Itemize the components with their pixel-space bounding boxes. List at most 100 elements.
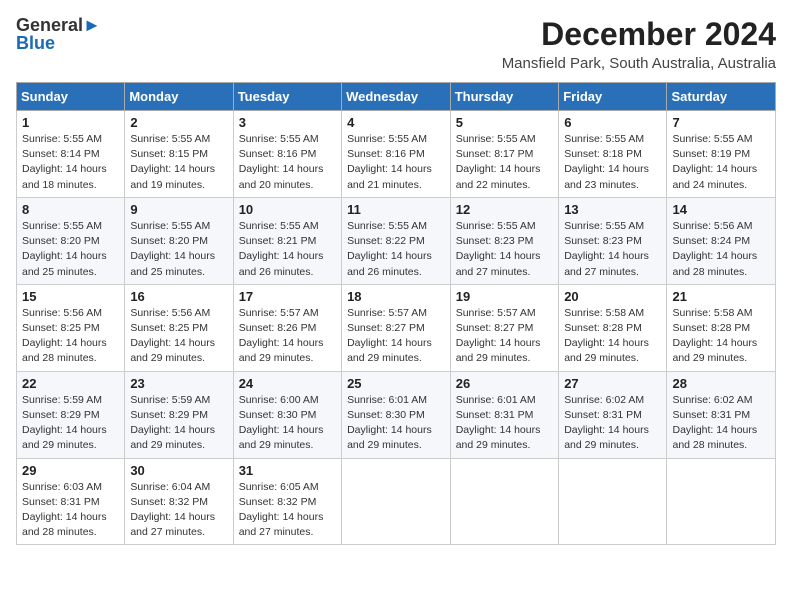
- day-info: Sunrise: 5:56 AMSunset: 8:24 PMDaylight:…: [672, 220, 757, 278]
- logo-line2: Blue: [16, 34, 101, 54]
- day-info: Sunrise: 5:56 AMSunset: 8:25 PMDaylight:…: [130, 307, 215, 365]
- day-number: 9: [130, 202, 227, 217]
- day-info: Sunrise: 5:55 AMSunset: 8:20 PMDaylight:…: [22, 220, 107, 278]
- day-info: Sunrise: 5:55 AMSunset: 8:15 PMDaylight:…: [130, 133, 215, 191]
- table-row: 10 Sunrise: 5:55 AMSunset: 8:21 PMDaylig…: [233, 197, 341, 284]
- day-info: Sunrise: 6:03 AMSunset: 8:31 PMDaylight:…: [22, 481, 107, 539]
- table-row: 27 Sunrise: 6:02 AMSunset: 8:31 PMDaylig…: [559, 371, 667, 458]
- table-row: 21 Sunrise: 5:58 AMSunset: 8:28 PMDaylig…: [667, 284, 776, 371]
- day-number: 14: [672, 202, 770, 217]
- table-row: 17 Sunrise: 5:57 AMSunset: 8:26 PMDaylig…: [233, 284, 341, 371]
- day-info: Sunrise: 5:55 AMSunset: 8:23 PMDaylight:…: [456, 220, 541, 278]
- day-number: 31: [239, 463, 336, 478]
- table-row: 12 Sunrise: 5:55 AMSunset: 8:23 PMDaylig…: [450, 197, 558, 284]
- day-number: 30: [130, 463, 227, 478]
- table-row: [667, 458, 776, 545]
- table-row: 14 Sunrise: 5:56 AMSunset: 8:24 PMDaylig…: [667, 197, 776, 284]
- day-number: 2: [130, 115, 227, 130]
- table-row: [450, 458, 558, 545]
- day-number: 11: [347, 202, 445, 217]
- table-row: 7 Sunrise: 5:55 AMSunset: 8:19 PMDayligh…: [667, 111, 776, 198]
- day-info: Sunrise: 5:55 AMSunset: 8:20 PMDaylight:…: [130, 220, 215, 278]
- day-info: Sunrise: 5:58 AMSunset: 8:28 PMDaylight:…: [564, 307, 649, 365]
- day-number: 18: [347, 289, 445, 304]
- title-block: December 2024 Mansfield Park, South Aust…: [502, 16, 776, 72]
- col-monday: Monday: [125, 83, 233, 111]
- col-wednesday: Wednesday: [342, 83, 451, 111]
- table-row: 15 Sunrise: 5:56 AMSunset: 8:25 PMDaylig…: [17, 284, 125, 371]
- col-saturday: Saturday: [667, 83, 776, 111]
- day-number: 22: [22, 376, 119, 391]
- day-number: 5: [456, 115, 553, 130]
- day-number: 6: [564, 115, 661, 130]
- col-friday: Friday: [559, 83, 667, 111]
- logo: General► Blue: [16, 16, 101, 54]
- table-row: 3 Sunrise: 5:55 AMSunset: 8:16 PMDayligh…: [233, 111, 341, 198]
- table-row: [559, 458, 667, 545]
- table-row: 19 Sunrise: 5:57 AMSunset: 8:27 PMDaylig…: [450, 284, 558, 371]
- location-subtitle: Mansfield Park, South Australia, Austral…: [502, 55, 776, 72]
- day-info: Sunrise: 5:55 AMSunset: 8:14 PMDaylight:…: [22, 133, 107, 191]
- month-title: December 2024: [502, 16, 776, 53]
- day-number: 19: [456, 289, 553, 304]
- day-info: Sunrise: 5:55 AMSunset: 8:18 PMDaylight:…: [564, 133, 649, 191]
- day-number: 21: [672, 289, 770, 304]
- table-row: 26 Sunrise: 6:01 AMSunset: 8:31 PMDaylig…: [450, 371, 558, 458]
- table-row: 18 Sunrise: 5:57 AMSunset: 8:27 PMDaylig…: [342, 284, 451, 371]
- col-thursday: Thursday: [450, 83, 558, 111]
- day-number: 1: [22, 115, 119, 130]
- col-sunday: Sunday: [17, 83, 125, 111]
- day-number: 27: [564, 376, 661, 391]
- day-info: Sunrise: 6:00 AMSunset: 8:30 PMDaylight:…: [239, 394, 324, 452]
- day-info: Sunrise: 5:59 AMSunset: 8:29 PMDaylight:…: [130, 394, 215, 452]
- day-info: Sunrise: 5:58 AMSunset: 8:28 PMDaylight:…: [672, 307, 757, 365]
- table-row: 4 Sunrise: 5:55 AMSunset: 8:16 PMDayligh…: [342, 111, 451, 198]
- table-row: 9 Sunrise: 5:55 AMSunset: 8:20 PMDayligh…: [125, 197, 233, 284]
- table-row: [342, 458, 451, 545]
- calendar-header-row: Sunday Monday Tuesday Wednesday Thursday…: [17, 83, 776, 111]
- day-number: 16: [130, 289, 227, 304]
- day-info: Sunrise: 6:05 AMSunset: 8:32 PMDaylight:…: [239, 481, 324, 539]
- table-row: 2 Sunrise: 5:55 AMSunset: 8:15 PMDayligh…: [125, 111, 233, 198]
- table-row: 6 Sunrise: 5:55 AMSunset: 8:18 PMDayligh…: [559, 111, 667, 198]
- day-info: Sunrise: 5:57 AMSunset: 8:27 PMDaylight:…: [347, 307, 432, 365]
- table-row: 1 Sunrise: 5:55 AMSunset: 8:14 PMDayligh…: [17, 111, 125, 198]
- day-info: Sunrise: 6:02 AMSunset: 8:31 PMDaylight:…: [672, 394, 757, 452]
- day-info: Sunrise: 5:55 AMSunset: 8:19 PMDaylight:…: [672, 133, 757, 191]
- day-info: Sunrise: 6:01 AMSunset: 8:30 PMDaylight:…: [347, 394, 432, 452]
- table-row: 28 Sunrise: 6:02 AMSunset: 8:31 PMDaylig…: [667, 371, 776, 458]
- day-info: Sunrise: 5:57 AMSunset: 8:27 PMDaylight:…: [456, 307, 541, 365]
- day-number: 17: [239, 289, 336, 304]
- table-row: 31 Sunrise: 6:05 AMSunset: 8:32 PMDaylig…: [233, 458, 341, 545]
- day-number: 24: [239, 376, 336, 391]
- table-row: 30 Sunrise: 6:04 AMSunset: 8:32 PMDaylig…: [125, 458, 233, 545]
- page-header: General► Blue December 2024 Mansfield Pa…: [16, 16, 776, 72]
- day-number: 28: [672, 376, 770, 391]
- day-info: Sunrise: 5:59 AMSunset: 8:29 PMDaylight:…: [22, 394, 107, 452]
- table-row: 13 Sunrise: 5:55 AMSunset: 8:23 PMDaylig…: [559, 197, 667, 284]
- day-number: 20: [564, 289, 661, 304]
- table-row: 23 Sunrise: 5:59 AMSunset: 8:29 PMDaylig…: [125, 371, 233, 458]
- day-number: 29: [22, 463, 119, 478]
- day-info: Sunrise: 5:55 AMSunset: 8:16 PMDaylight:…: [347, 133, 432, 191]
- day-info: Sunrise: 5:55 AMSunset: 8:21 PMDaylight:…: [239, 220, 324, 278]
- day-number: 7: [672, 115, 770, 130]
- day-number: 15: [22, 289, 119, 304]
- day-info: Sunrise: 5:55 AMSunset: 8:17 PMDaylight:…: [456, 133, 541, 191]
- table-row: 20 Sunrise: 5:58 AMSunset: 8:28 PMDaylig…: [559, 284, 667, 371]
- day-number: 25: [347, 376, 445, 391]
- day-info: Sunrise: 5:55 AMSunset: 8:22 PMDaylight:…: [347, 220, 432, 278]
- day-info: Sunrise: 5:55 AMSunset: 8:23 PMDaylight:…: [564, 220, 649, 278]
- day-number: 12: [456, 202, 553, 217]
- table-row: 8 Sunrise: 5:55 AMSunset: 8:20 PMDayligh…: [17, 197, 125, 284]
- day-number: 3: [239, 115, 336, 130]
- day-info: Sunrise: 6:01 AMSunset: 8:31 PMDaylight:…: [456, 394, 541, 452]
- day-info: Sunrise: 5:55 AMSunset: 8:16 PMDaylight:…: [239, 133, 324, 191]
- day-number: 4: [347, 115, 445, 130]
- table-row: 25 Sunrise: 6:01 AMSunset: 8:30 PMDaylig…: [342, 371, 451, 458]
- day-info: Sunrise: 5:57 AMSunset: 8:26 PMDaylight:…: [239, 307, 324, 365]
- table-row: 16 Sunrise: 5:56 AMSunset: 8:25 PMDaylig…: [125, 284, 233, 371]
- table-row: 22 Sunrise: 5:59 AMSunset: 8:29 PMDaylig…: [17, 371, 125, 458]
- day-number: 13: [564, 202, 661, 217]
- day-number: 8: [22, 202, 119, 217]
